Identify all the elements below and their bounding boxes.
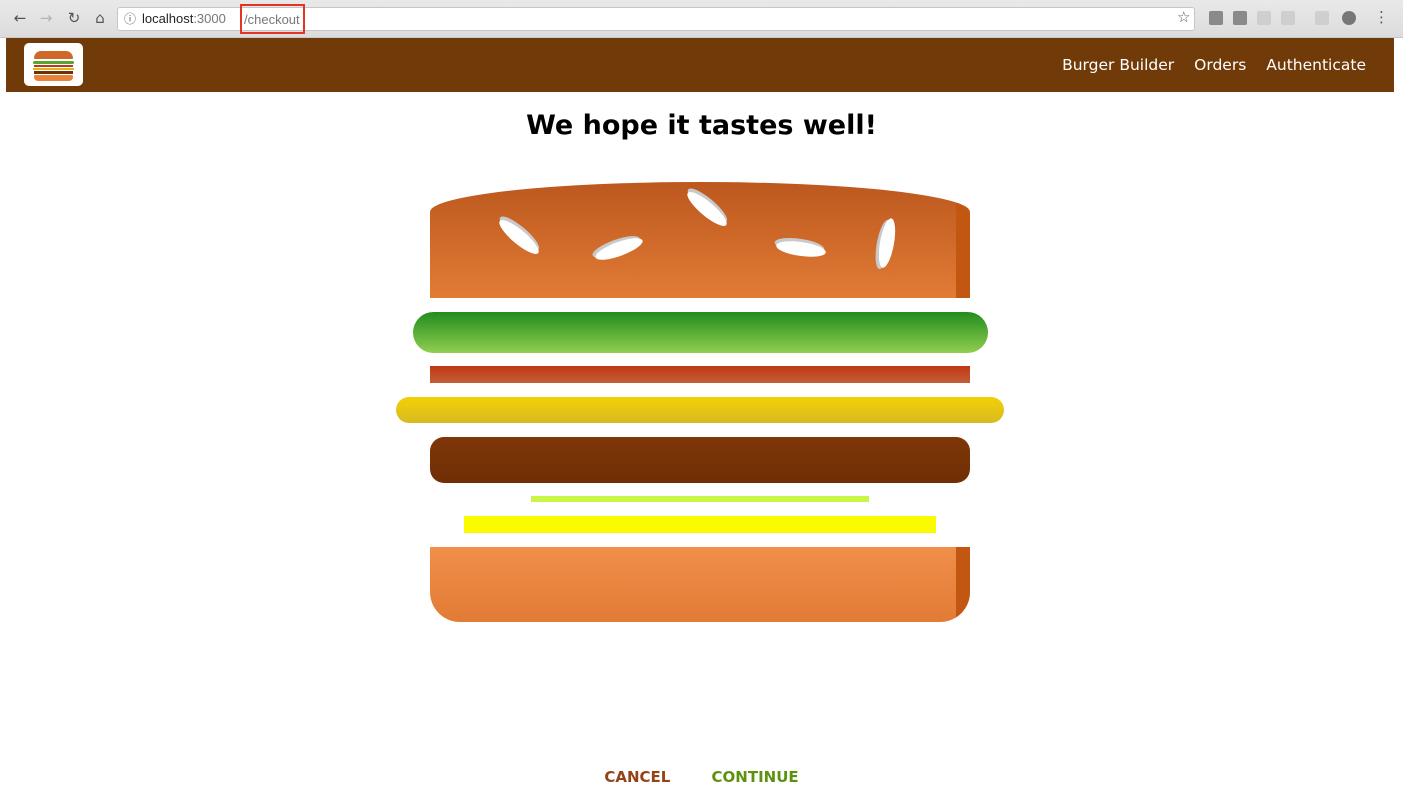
- url-host: localhost:3000: [142, 11, 226, 26]
- cancel-button[interactable]: CANCEL: [586, 768, 688, 786]
- onion-layer: [531, 496, 869, 502]
- nav-burger-builder[interactable]: Burger Builder: [1062, 56, 1174, 74]
- seed: [775, 238, 827, 260]
- bacon-layer: [430, 366, 970, 383]
- yellow-layer: [464, 516, 936, 533]
- extension-ex-icon[interactable]: [1315, 11, 1329, 25]
- extension-bug-icon[interactable]: [1257, 11, 1271, 25]
- seed: [593, 233, 645, 265]
- seed: [495, 215, 543, 259]
- reload-icon[interactable]: ↻: [64, 8, 84, 28]
- bread-bottom-layer: [430, 547, 970, 622]
- info-icon[interactable]: ⓘ: [124, 8, 136, 30]
- menu-kebab-icon[interactable]: ⋮: [1374, 8, 1389, 26]
- home-icon[interactable]: ⌂: [90, 8, 110, 28]
- nav-orders[interactable]: Orders: [1194, 56, 1246, 74]
- back-arrow-icon[interactable]: ←: [10, 8, 30, 28]
- extension-evernote-icon[interactable]: [1233, 11, 1247, 25]
- bookmark-star-icon[interactable]: ☆: [1177, 8, 1190, 26]
- extension-chat-icon[interactable]: [1342, 11, 1356, 25]
- checkout-actions: CANCEL CONTINUE: [0, 768, 1403, 786]
- continue-button[interactable]: CONTINUE: [694, 768, 817, 786]
- meat-layer: [430, 437, 970, 483]
- seed: [875, 217, 899, 269]
- seed: [683, 187, 731, 231]
- address-bar[interactable]: ⓘ localhost:3000 /checkout: [117, 4, 1195, 34]
- page-title: We hope it tastes well!: [526, 110, 877, 141]
- url-path-highlight: /checkout: [240, 4, 305, 34]
- extension-ruler-icon[interactable]: [1281, 11, 1295, 25]
- salad-layer: [413, 312, 988, 353]
- main-nav: Burger Builder Orders Authenticate: [1042, 38, 1366, 92]
- extension-t-icon[interactable]: [1209, 11, 1223, 25]
- nav-authenticate[interactable]: Authenticate: [1266, 56, 1366, 74]
- browser-chrome: ← → ↻ ⌂ ⓘ localhost:3000 /checkout ☆ ⋮: [0, 0, 1403, 38]
- cheese-layer: [396, 397, 1004, 423]
- burger-logo-icon[interactable]: [24, 43, 83, 86]
- forward-arrow-icon[interactable]: →: [36, 8, 56, 28]
- bread-top-layer: [430, 182, 970, 298]
- app-toolbar: Burger Builder Orders Authenticate: [6, 38, 1394, 92]
